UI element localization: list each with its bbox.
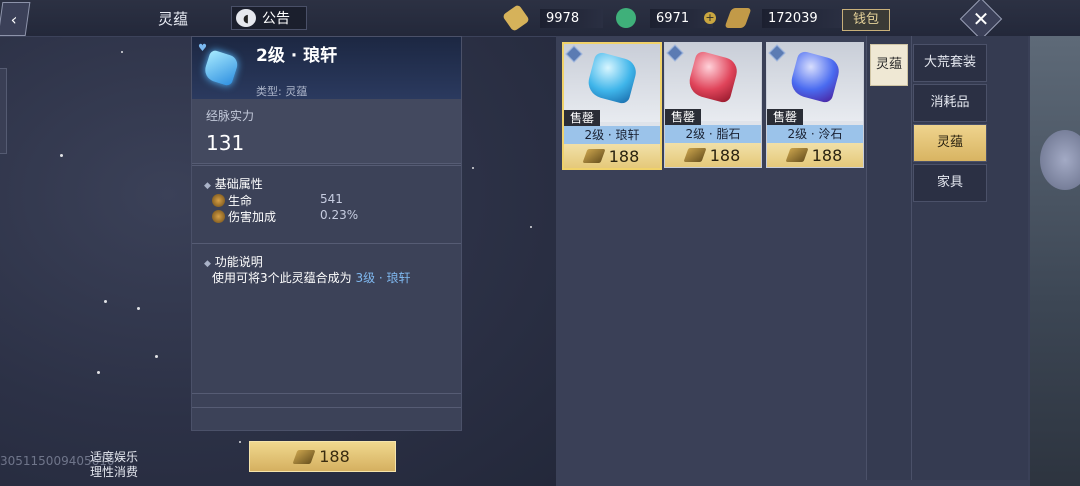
currency-value: 9978: [540, 8, 604, 28]
price-value: 188: [811, 145, 843, 165]
function-target-item: 3级 · 琅轩: [355, 271, 411, 285]
notice-label: 公告: [262, 11, 290, 27]
function-label: 功能说明: [214, 255, 263, 269]
health-notice: 适度娱乐 理性消费: [90, 450, 138, 480]
wallet-button[interactable]: 钱包: [842, 9, 890, 31]
function-text: 使用可将3个此灵蕴合成为: [212, 271, 356, 285]
feather-coin-icon: [724, 8, 752, 28]
gold-token-icon: [683, 148, 707, 162]
item-card-price: 188: [665, 143, 761, 167]
health-line: 理性消费: [90, 465, 139, 479]
power-value: 131: [206, 131, 245, 155]
base-attr-heading: ◆ 基础属性: [204, 175, 263, 192]
jade-coin-icon: [616, 8, 636, 28]
add-currency-icon[interactable]: +: [704, 12, 716, 24]
price-value: 188: [608, 146, 640, 166]
item-card[interactable]: 售罄 2级 · 脂石 188: [664, 42, 762, 168]
item-type: 类型: 灵蕴: [256, 85, 308, 98]
category-tab[interactable]: 家具: [913, 164, 987, 202]
subcategory-tab[interactable]: 灵蕴: [870, 44, 908, 86]
item-card-name: 2级 · 脂石: [665, 125, 761, 143]
diamond-bullet-icon: ◆: [204, 181, 211, 191]
currency-jade-coin: 6971: [616, 8, 714, 28]
detail-header: ♥ 2级 · 琅轩 类型: 灵蕴: [192, 37, 461, 99]
subcategory-column: [866, 36, 912, 480]
gold-token-icon: [582, 149, 606, 163]
attr-value: 541: [320, 192, 343, 206]
game-world-view: [1030, 36, 1080, 486]
base-attr-label: 基础属性: [214, 177, 263, 191]
diamond-bullet-icon: ◆: [204, 259, 211, 269]
health-line: 适度娱乐: [90, 450, 139, 464]
item-name: 2级 · 琅轩: [256, 46, 338, 66]
attr-row: 生命: [212, 192, 252, 209]
back-arrow-icon: ‹: [9, 9, 19, 29]
page-title: 灵蕴: [158, 10, 189, 28]
sold-out-tag: 售罄: [564, 110, 600, 126]
item-card[interactable]: 售罄 2级 · 泠石 188: [766, 42, 864, 168]
attr-row: 伤害加成: [212, 208, 276, 225]
gold-token-icon: [292, 449, 316, 464]
divider: [192, 393, 461, 394]
divider: [192, 165, 461, 166]
currency-value: 172039: [762, 8, 842, 28]
gold-token-icon: [502, 4, 530, 32]
item-card-name: 2级 · 琅轩: [564, 126, 660, 144]
life-attr-icon: [212, 194, 225, 207]
item-card-price: 188: [767, 143, 863, 167]
category-tab[interactable]: 大荒套装: [913, 44, 987, 82]
category-column: 大荒套装 消耗品 灵蕴 家具: [912, 36, 1028, 480]
notice-button[interactable]: ◖ 公告: [231, 6, 307, 30]
buy-button[interactable]: 188: [249, 441, 396, 472]
buy-price: 188: [319, 447, 350, 466]
megaphone-icon: ◖: [236, 9, 256, 27]
gold-token-icon: [785, 148, 809, 162]
currency-feather-coin: 172039: [724, 8, 842, 28]
close-button[interactable]: ✕: [966, 4, 996, 34]
power-section: 经脉实力 131: [192, 99, 461, 164]
attr-value: 0.23%: [320, 208, 359, 222]
currency-gold-token: 9978: [502, 4, 604, 32]
damage-attr-icon: [212, 210, 225, 223]
category-tab[interactable]: 消耗品: [913, 84, 987, 122]
price-value: 188: [709, 145, 741, 165]
item-card-name: 2级 · 泠石: [767, 125, 863, 143]
item-gem-icon: [202, 49, 240, 87]
divider: [192, 243, 461, 244]
item-detail-panel: ♥ 2级 · 琅轩 类型: 灵蕴 经脉实力 131 ◆ 基础属性 生命 541 …: [191, 36, 462, 431]
attr-name: 伤害加成: [228, 210, 277, 224]
side-drawer-tab[interactable]: [0, 68, 7, 154]
attr-name: 生命: [228, 194, 253, 208]
function-heading: ◆ 功能说明: [204, 253, 263, 270]
category-tab-active[interactable]: 灵蕴: [913, 124, 987, 162]
favorite-heart-icon[interactable]: ♥: [198, 43, 207, 54]
power-label: 经脉实力: [206, 109, 255, 123]
item-card[interactable]: 售罄 2级 · 琅轩 188: [562, 42, 662, 170]
function-description: 使用可将3个此灵蕴合成为 3级 · 琅轩: [212, 269, 411, 286]
divider: [192, 407, 461, 408]
item-card-price: 188: [564, 144, 660, 168]
sold-out-tag: 售罄: [665, 109, 701, 125]
sold-out-tag: 售罄: [767, 109, 803, 125]
back-button[interactable]: ‹: [0, 2, 31, 36]
